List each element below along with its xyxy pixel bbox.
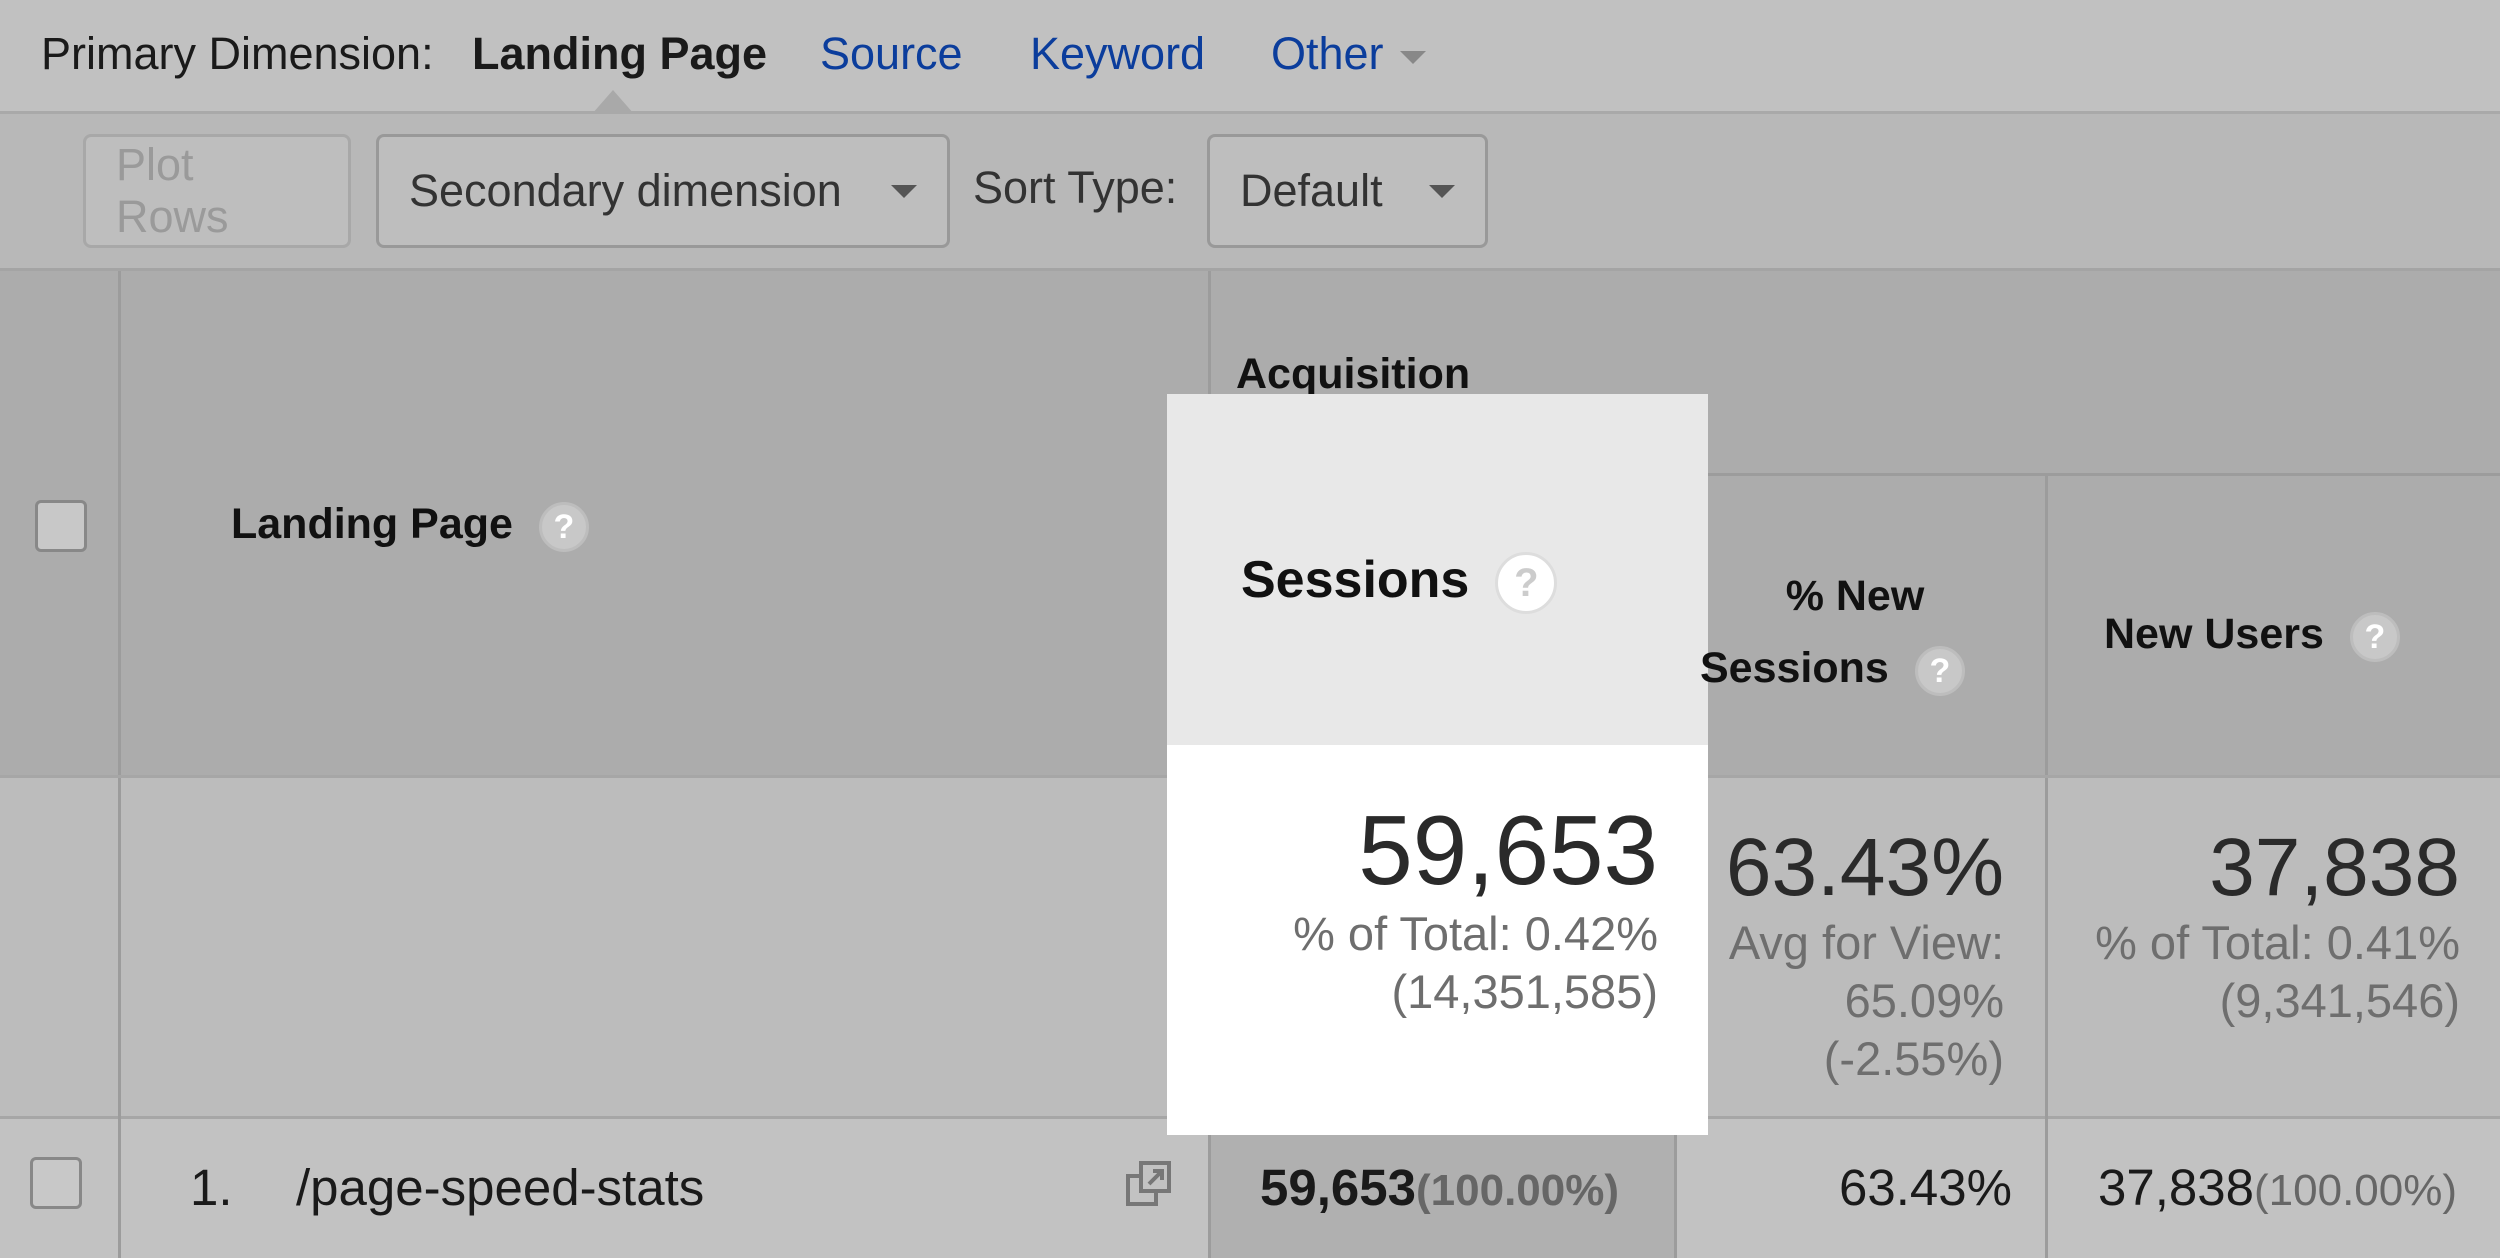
chevron-down-icon [1399, 50, 1426, 64]
column-label: New Users [2104, 610, 2324, 658]
row-sessions-value: 59,653 [1260, 1159, 1416, 1216]
dimension-landing-page[interactable]: Landing Page [472, 28, 767, 80]
help-icon[interactable]: ? [1914, 645, 1965, 696]
chevron-down-icon [891, 184, 917, 198]
row-pct-new-sessions: 63.43% [1839, 1159, 2012, 1216]
divider [118, 271, 121, 1258]
sort-type-label: Sort Type: [973, 162, 1178, 213]
column-label: Landing Page [231, 500, 513, 548]
plot-rows-button[interactable]: Plot Rows [83, 134, 351, 248]
summary-subtext: (9,341,546) [2219, 974, 2460, 1027]
column-label: Sessions [1700, 644, 1889, 692]
sort-type-dropdown[interactable]: Default [1207, 134, 1488, 248]
column-header-sessions[interactable]: Sessions? [1241, 550, 1558, 615]
summary-pct-new-sessions: 63.43% Avg for View: 65.09% (-2.55%) [1690, 822, 2004, 1088]
summary-subtext: (14,351,585) [1391, 965, 1658, 1018]
summary-subtext: Avg for View: [1728, 916, 2004, 969]
row-checkbox[interactable] [30, 1157, 82, 1209]
summary-value: 37,838 [2209, 822, 2460, 913]
column-label: % New [1785, 572, 1925, 620]
summary-subtext: (-2.55%) [1823, 1032, 2004, 1085]
divider [2045, 474, 2048, 1258]
row-new-users-value: 37,838 [2098, 1159, 2254, 1216]
row-new-users-pct: (100.00%) [2254, 1166, 2458, 1215]
secondary-dimension-dropdown[interactable]: Secondary dimension [376, 134, 950, 248]
open-external-icon[interactable] [1125, 1160, 1173, 1208]
select-all-checkbox[interactable] [35, 500, 87, 552]
help-icon[interactable]: ? [2349, 611, 2400, 662]
dimension-keyword[interactable]: Keyword [1030, 28, 1205, 80]
summary-value: 63.43% [1725, 822, 2004, 913]
summary-subtext: % of Total: 0.41% [2095, 916, 2460, 969]
dimension-other[interactable]: Other [1271, 28, 1426, 80]
help-icon[interactable]: ? [538, 501, 589, 552]
summary-subtext: % of Total: 0.42% [1293, 907, 1658, 960]
active-pointer-icon [592, 90, 634, 114]
acquisition-group-header: Acquisition [1236, 350, 1471, 398]
sort-type-value: Default [1240, 165, 1383, 216]
row-sessions: 59,653(100.00%) [1260, 1158, 1619, 1217]
secondary-dimension-label: Secondary dimension [409, 165, 842, 216]
column-header-new-users[interactable]: New Users? [2104, 610, 2400, 662]
summary-new-users: 37,838 % of Total: 0.41% (9,341,546) [2060, 822, 2460, 1030]
dimension-source[interactable]: Source [820, 28, 963, 80]
help-icon[interactable]: ? [1495, 552, 1558, 615]
row-sessions-pct: (100.00%) [1416, 1166, 1620, 1215]
primary-dimension-label: Primary Dimension: [41, 28, 434, 79]
column-label: Sessions [1241, 551, 1470, 609]
column-header-pct-new-sessions[interactable]: % New Sessions? [1700, 560, 2040, 704]
dimension-other-label: Other [1271, 28, 1384, 79]
chevron-down-icon [1429, 184, 1455, 198]
summary-value: 59,653 [1358, 795, 1658, 905]
column-header-landing-page[interactable]: Landing Page? [231, 500, 589, 552]
row-landing-page-link[interactable]: /page-speed-stats [296, 1158, 704, 1217]
row-index: 1. [190, 1159, 233, 1216]
summary-sessions: 59,653 % of Total: 0.42% (14,351,585) [1190, 795, 1658, 1021]
summary-subtext: 65.09% [1844, 974, 2004, 1027]
row-new-users: 37,838(100.00%) [2098, 1158, 2457, 1217]
